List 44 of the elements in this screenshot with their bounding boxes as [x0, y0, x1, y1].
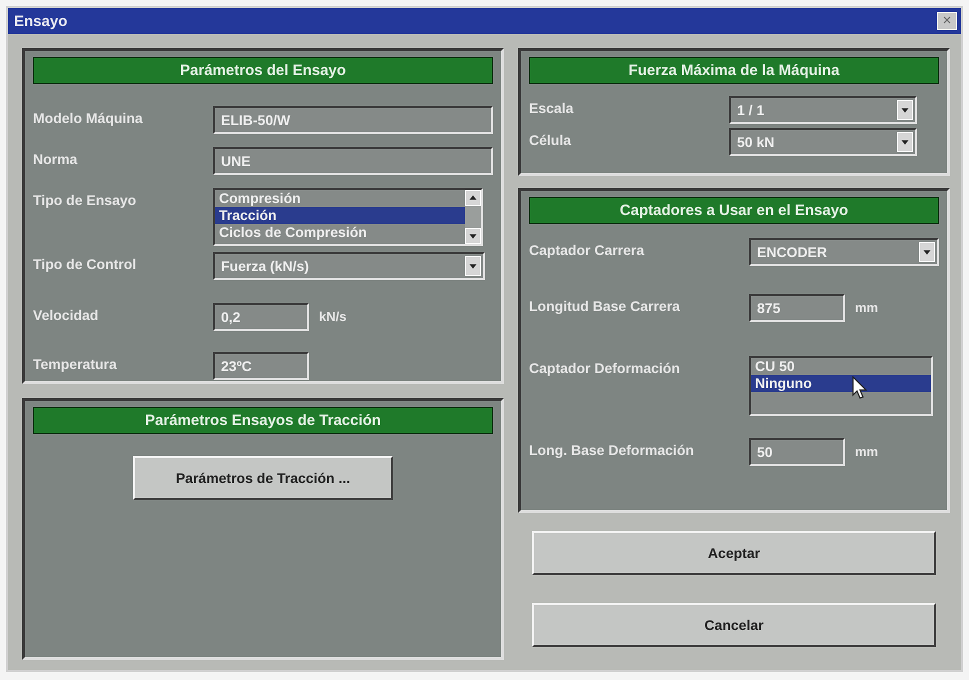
text-field[interactable]: 23ºC [213, 352, 309, 380]
unit-label: kN/s [318, 308, 346, 324]
field-label: Tipo de Ensayo [33, 191, 138, 208]
list-option[interactable]: Tracción [215, 207, 465, 224]
field-label: Célula [529, 131, 572, 148]
field-label: Captador Deformación [529, 359, 681, 376]
list-box[interactable]: Compresión Tracción Ciclos de Compresión [213, 188, 483, 246]
list-option[interactable]: Ninguno [751, 375, 931, 392]
list-option[interactable]: Ciclos de Compresión [215, 224, 465, 242]
panel-header: Captadores a Usar en el Ensayo [529, 197, 939, 224]
panel-header: Fuerza Máxima de la Máquina [529, 57, 939, 84]
unit-label: mm [854, 443, 878, 459]
dialog-button[interactable]: Cancelar [532, 603, 936, 647]
text-field[interactable]: 50 [749, 438, 845, 466]
field-label: Temperatura [33, 354, 118, 372]
unit-label: mm [854, 299, 878, 315]
text-field[interactable]: ELIB-50/W [213, 106, 493, 134]
list-option[interactable]: CU 50 [751, 358, 931, 375]
field-label: Velocidad [33, 306, 100, 323]
panel-header: Parámetros del Ensayo [33, 57, 493, 84]
scroll-up-icon[interactable] [465, 190, 481, 206]
field-label: Long. Base Deformación [529, 441, 695, 458]
dialog-button[interactable]: Aceptar [532, 531, 936, 575]
field-label: Norma [33, 150, 78, 168]
list-box[interactable]: CU 50 Ninguno [749, 356, 933, 416]
text-field[interactable]: 875 [749, 294, 845, 322]
text-field[interactable]: UNE [213, 147, 493, 176]
window-title: Ensayo [14, 12, 68, 30]
tensile-parameters-button[interactable]: Parámetros de Tracción ... [133, 456, 393, 500]
field-label: Longitud Base Carrera [529, 297, 681, 314]
field-label: Tipo de Control [33, 254, 138, 272]
field-label: Escala [529, 99, 574, 116]
dropdown[interactable]: 50 kN [729, 128, 917, 156]
panel-header: Parámetros Ensayos de Tracción [33, 407, 493, 434]
close-button[interactable]: × [937, 12, 957, 30]
field-label: Captador Carrera [529, 241, 646, 258]
dropdown[interactable]: ENCODER [749, 238, 939, 266]
text-field[interactable]: 0,2 [213, 302, 309, 331]
scroll-down-icon[interactable] [465, 228, 481, 244]
dropdown[interactable]: 1 / 1 [729, 96, 917, 124]
dropdown[interactable]: Fuerza (kN/s) [213, 252, 485, 280]
list-option[interactable]: Compresión [215, 190, 465, 208]
mouse-pointer-icon [852, 376, 870, 400]
field-label: Modelo Máquina [33, 109, 144, 126]
